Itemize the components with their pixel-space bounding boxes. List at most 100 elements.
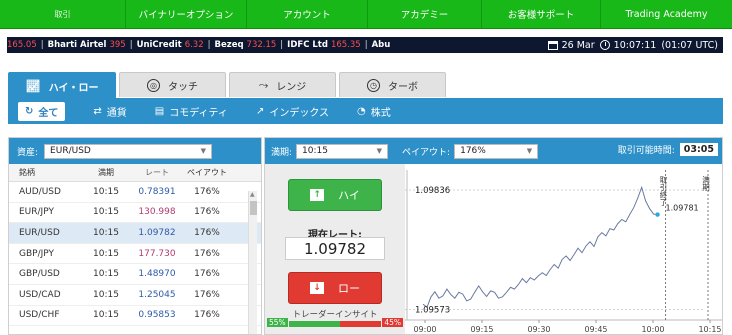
asset-rate: 1.25045 xyxy=(138,289,176,300)
sentiment-low-percent: 45% xyxy=(382,318,403,327)
header-expiry: 満期 xyxy=(98,168,114,177)
expiry-label: 満期 xyxy=(701,176,710,193)
high-low-chart-icon: 📈︎ xyxy=(25,79,41,93)
trade-box: ↑ ハイ 現在レート: 1.09782 ↓ ロー トレーダーインサイト 55% … xyxy=(265,164,405,334)
expiry-dropdown[interactable]: 10:15 ▼ xyxy=(296,143,389,159)
filter-commodity[interactable]: ▤ コモディティ xyxy=(155,104,228,119)
time-remaining-value: 03:05 xyxy=(679,143,718,156)
tab-turbo[interactable]: ◷ ターボ xyxy=(339,72,446,97)
nav-support[interactable]: お客様サポート xyxy=(482,0,601,28)
y-min-label: 1.09573 xyxy=(415,306,450,316)
ticker-item: Abu xyxy=(371,40,391,50)
asset-row[interactable]: USD/CHF 10:15 0.95853 176% xyxy=(9,306,261,327)
clock-icon xyxy=(599,40,610,50)
expiry-label: 満期: xyxy=(271,147,293,158)
chevron-down-icon: ▼ xyxy=(200,147,207,155)
x-tick-label: 09:00 xyxy=(413,325,436,334)
commodity-icon: ▤ xyxy=(154,105,165,117)
tab-high-low[interactable]: 📈︎ ハイ・ロー xyxy=(8,72,116,99)
asset-row[interactable]: GBP/USD 10:15 1.48970 176% xyxy=(9,264,261,285)
header-asset: 銘柄 xyxy=(19,168,35,177)
asset-rate: 0.78391 xyxy=(138,186,176,197)
nav-trade[interactable]: 取引 xyxy=(0,0,126,28)
refresh-icon: ↻ xyxy=(25,105,34,117)
asset-row[interactable]: EUR/JPY 10:15 130.998 176% xyxy=(9,203,261,224)
index-chart-icon: ↗ xyxy=(255,105,265,117)
asset-row[interactable]: USD/CAD 10:15 1.25045 176% xyxy=(9,285,261,306)
asset-row[interactable]: GBP/JPY 10:15 177.730 176% xyxy=(9,244,261,265)
asset-payout: 176% xyxy=(194,227,220,238)
asset-expiry: 10:15 xyxy=(93,289,119,300)
asset-table-header: 銘柄 満期 レート ペイアウト xyxy=(9,164,261,182)
scroll-up-icon[interactable]: ▲ xyxy=(250,191,255,198)
x-tick-label: 09:45 xyxy=(584,325,607,334)
arrow-down-icon: ↓ xyxy=(310,282,324,294)
asset-payout: 176% xyxy=(194,269,220,280)
sentiment-high-percent: 55% xyxy=(267,318,288,327)
asset-payout: 176% xyxy=(194,186,220,197)
payout-label: ペイアウト: xyxy=(402,147,451,158)
asset-expiry: 10:15 xyxy=(93,186,119,197)
scrollbar-thumb[interactable] xyxy=(250,201,257,215)
nav-academy[interactable]: アカデミー xyxy=(368,0,482,28)
trade-panel: 満期: 10:15 ▼ ペイアウト: 176% ▼ 取引可能時間: 03:05 … xyxy=(264,137,723,335)
product-tabs: 📈︎ ハイ・ロー ◎ タッチ ⤳ レンジ ◷ ターボ xyxy=(8,72,449,99)
touch-target-icon: ◎ xyxy=(147,78,160,92)
asset-list-panel: 資産: EUR/USD ▼ 銘柄 満期 レート ペイアウト AUD/USD 10:… xyxy=(8,137,262,335)
x-tick-label: 10:00 xyxy=(641,325,664,334)
asset-row[interactable]: EUR/USD 10:15 1.09782 176% xyxy=(9,223,261,244)
asset-expiry: 10:15 xyxy=(93,207,119,218)
filter-currency[interactable]: ⇄ 通貨 xyxy=(93,104,126,119)
nav-binary-options[interactable]: バイナリーオプション xyxy=(126,0,247,28)
datetime-display: 26 Mar 10:07:11 (01:07 UTC) xyxy=(539,37,723,53)
asset-rate: 130.998 xyxy=(138,207,176,218)
asset-label: 資産: xyxy=(17,147,39,158)
header-payout: ペイアウト xyxy=(187,168,227,177)
payout-dropdown[interactable]: 176% ▼ xyxy=(454,143,539,159)
filter-index[interactable]: ↗ インデックス xyxy=(256,104,329,119)
asset-rate: 0.95853 xyxy=(138,310,176,321)
tab-range[interactable]: ⤳ レンジ xyxy=(229,72,336,97)
ticker-item: 165.05 | xyxy=(7,40,44,50)
asset-payout: 176% xyxy=(194,310,220,321)
asset-name: AUD/USD xyxy=(19,186,61,197)
ticker-item: Bezeq 732.15 | xyxy=(214,40,284,50)
ticker-item: IDFC Ltd 165.35 | xyxy=(287,40,368,50)
tab-touch[interactable]: ◎ タッチ xyxy=(119,72,226,97)
price-chart[interactable]: 09:00 09:15 09:30 09:45 10:00 10:15 取引終了 満期 1.09… xyxy=(405,164,723,335)
asset-row[interactable]: AUD/USD 10:15 0.78391 176% xyxy=(9,182,261,203)
asset-expiry: 10:15 xyxy=(93,227,119,238)
turbo-clock-icon: ◷ xyxy=(367,78,380,92)
time-remaining-label: 取引可能時間: xyxy=(617,146,675,156)
range-chart-icon: ⤳ xyxy=(258,77,269,92)
time-text: 10:07:11 xyxy=(613,39,657,51)
price-series-line xyxy=(422,185,658,309)
asset-payout: 176% xyxy=(194,207,220,218)
asset-name: EUR/USD xyxy=(19,227,60,238)
nav-trading-academy[interactable]: Trading Academy xyxy=(601,0,732,28)
asset-name: GBP/JPY xyxy=(19,248,54,259)
arrow-up-icon: ↑ xyxy=(310,189,325,201)
stock-icon: ◔ xyxy=(357,105,366,117)
x-tick-label: 09:15 xyxy=(470,325,493,334)
asset-selector-bar: 資産: EUR/USD ▼ xyxy=(9,138,261,164)
asset-list-scrollbar[interactable]: ▲ xyxy=(248,191,257,334)
current-price-marker xyxy=(655,212,660,217)
asset-expiry: 10:15 xyxy=(93,269,119,280)
asset-payout: 176% xyxy=(194,248,220,259)
header-rate: レート xyxy=(145,168,169,177)
trade-options-bar: 満期: 10:15 ▼ ペイアウト: 176% ▼ 取引可能時間: 03:05 xyxy=(265,138,722,164)
nav-account[interactable]: アカウント xyxy=(247,0,368,28)
calendar-icon xyxy=(547,40,558,50)
sentiment-high-fill xyxy=(289,321,340,327)
filter-stock[interactable]: ◔ 株式 xyxy=(357,104,391,119)
utc-time-text: (01:07 UTC) xyxy=(661,39,718,51)
asset-dropdown[interactable]: EUR/USD ▼ xyxy=(44,143,213,159)
asset-rate: 1.09782 xyxy=(138,227,176,238)
asset-name: EUR/JPY xyxy=(19,207,54,218)
x-tick-label: 10:15 xyxy=(698,325,721,334)
low-button[interactable]: ↓ ロー xyxy=(288,272,382,304)
high-button[interactable]: ↑ ハイ xyxy=(288,179,382,211)
filter-all[interactable]: ↻ 全て xyxy=(18,101,66,121)
price-ticker: 165.05 | Bharti Airtel 395 | UniCredit 6.32 |… xyxy=(7,37,723,53)
